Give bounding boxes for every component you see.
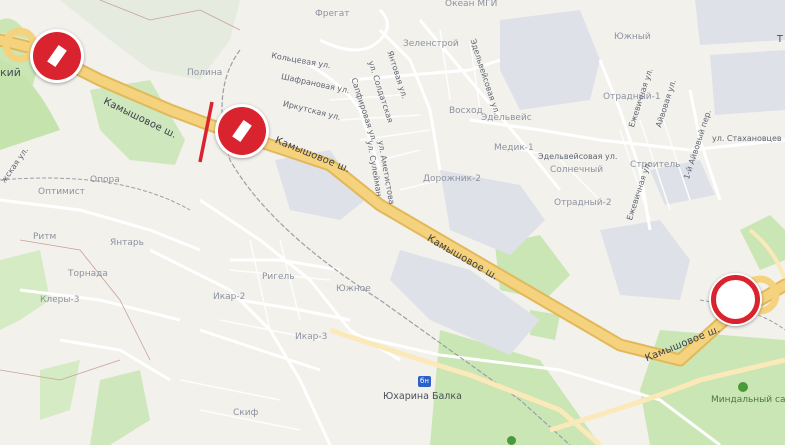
district-label: Полина: [187, 68, 223, 78]
industrial-area: [600, 220, 690, 300]
no-entry-icon: [218, 107, 266, 155]
district-label: Скиф: [233, 408, 259, 418]
street-label: ул. Стахановцев: [712, 134, 782, 143]
empty-circle-sign[interactable]: [709, 273, 762, 326]
district-label: Эдельвейс: [481, 113, 532, 123]
restriction-circle-icon: [711, 275, 760, 324]
park-icon: [507, 436, 516, 445]
no-entry-sign-1[interactable]: [30, 29, 84, 83]
district-label: Дорожник-2: [423, 174, 482, 184]
station-label[interactable]: Юхарина Балка: [383, 392, 462, 402]
district-label: Восход: [449, 106, 483, 116]
district-label: Фрегат: [315, 9, 350, 19]
road-closure-line: [198, 101, 214, 163]
district-label: Солнечный: [550, 165, 604, 175]
industrial-area: [695, 0, 785, 45]
district-label: Медик-1: [494, 143, 534, 153]
district-label: Опора: [90, 175, 120, 185]
district-label: Ригель: [262, 272, 295, 282]
no-entry-sign-2[interactable]: [215, 104, 269, 158]
district-label: Янтарь: [110, 238, 144, 248]
partial-label: Т: [777, 34, 783, 45]
industrial-area: [500, 10, 600, 110]
district-label: Отрадный-1: [603, 92, 661, 102]
park-icon[interactable]: [738, 382, 748, 392]
street-label: Эдельвейсовая ул.: [538, 152, 618, 161]
metro-station-icon[interactable]: бн: [418, 376, 431, 387]
district-label: Икар-3: [295, 332, 328, 342]
district-label: Зеленстрой: [403, 39, 459, 49]
district-label: Клеры-3: [40, 295, 80, 305]
park-area: [90, 370, 150, 445]
park-label[interactable]: Миндальный сад: [711, 396, 785, 405]
district-label: Южное: [336, 284, 371, 294]
district-label: Отрадный-2: [554, 198, 612, 208]
district-label: Икар-2: [213, 292, 246, 302]
district-label: Южный: [614, 32, 651, 42]
map-view[interactable]: Камышовое ш. Камышовое ш. Камышовое ш. К…: [0, 0, 785, 445]
no-entry-icon: [33, 32, 81, 80]
district-label: Торнада: [68, 269, 108, 279]
industrial-area: [710, 50, 785, 115]
district-label: Оптимист: [38, 187, 85, 197]
district-label: Ритм: [33, 232, 57, 242]
district-label: Строитель: [630, 160, 681, 170]
park-area: [40, 360, 80, 420]
district-label: Океан МГИ: [445, 0, 498, 9]
partial-label: кий: [0, 66, 21, 79]
